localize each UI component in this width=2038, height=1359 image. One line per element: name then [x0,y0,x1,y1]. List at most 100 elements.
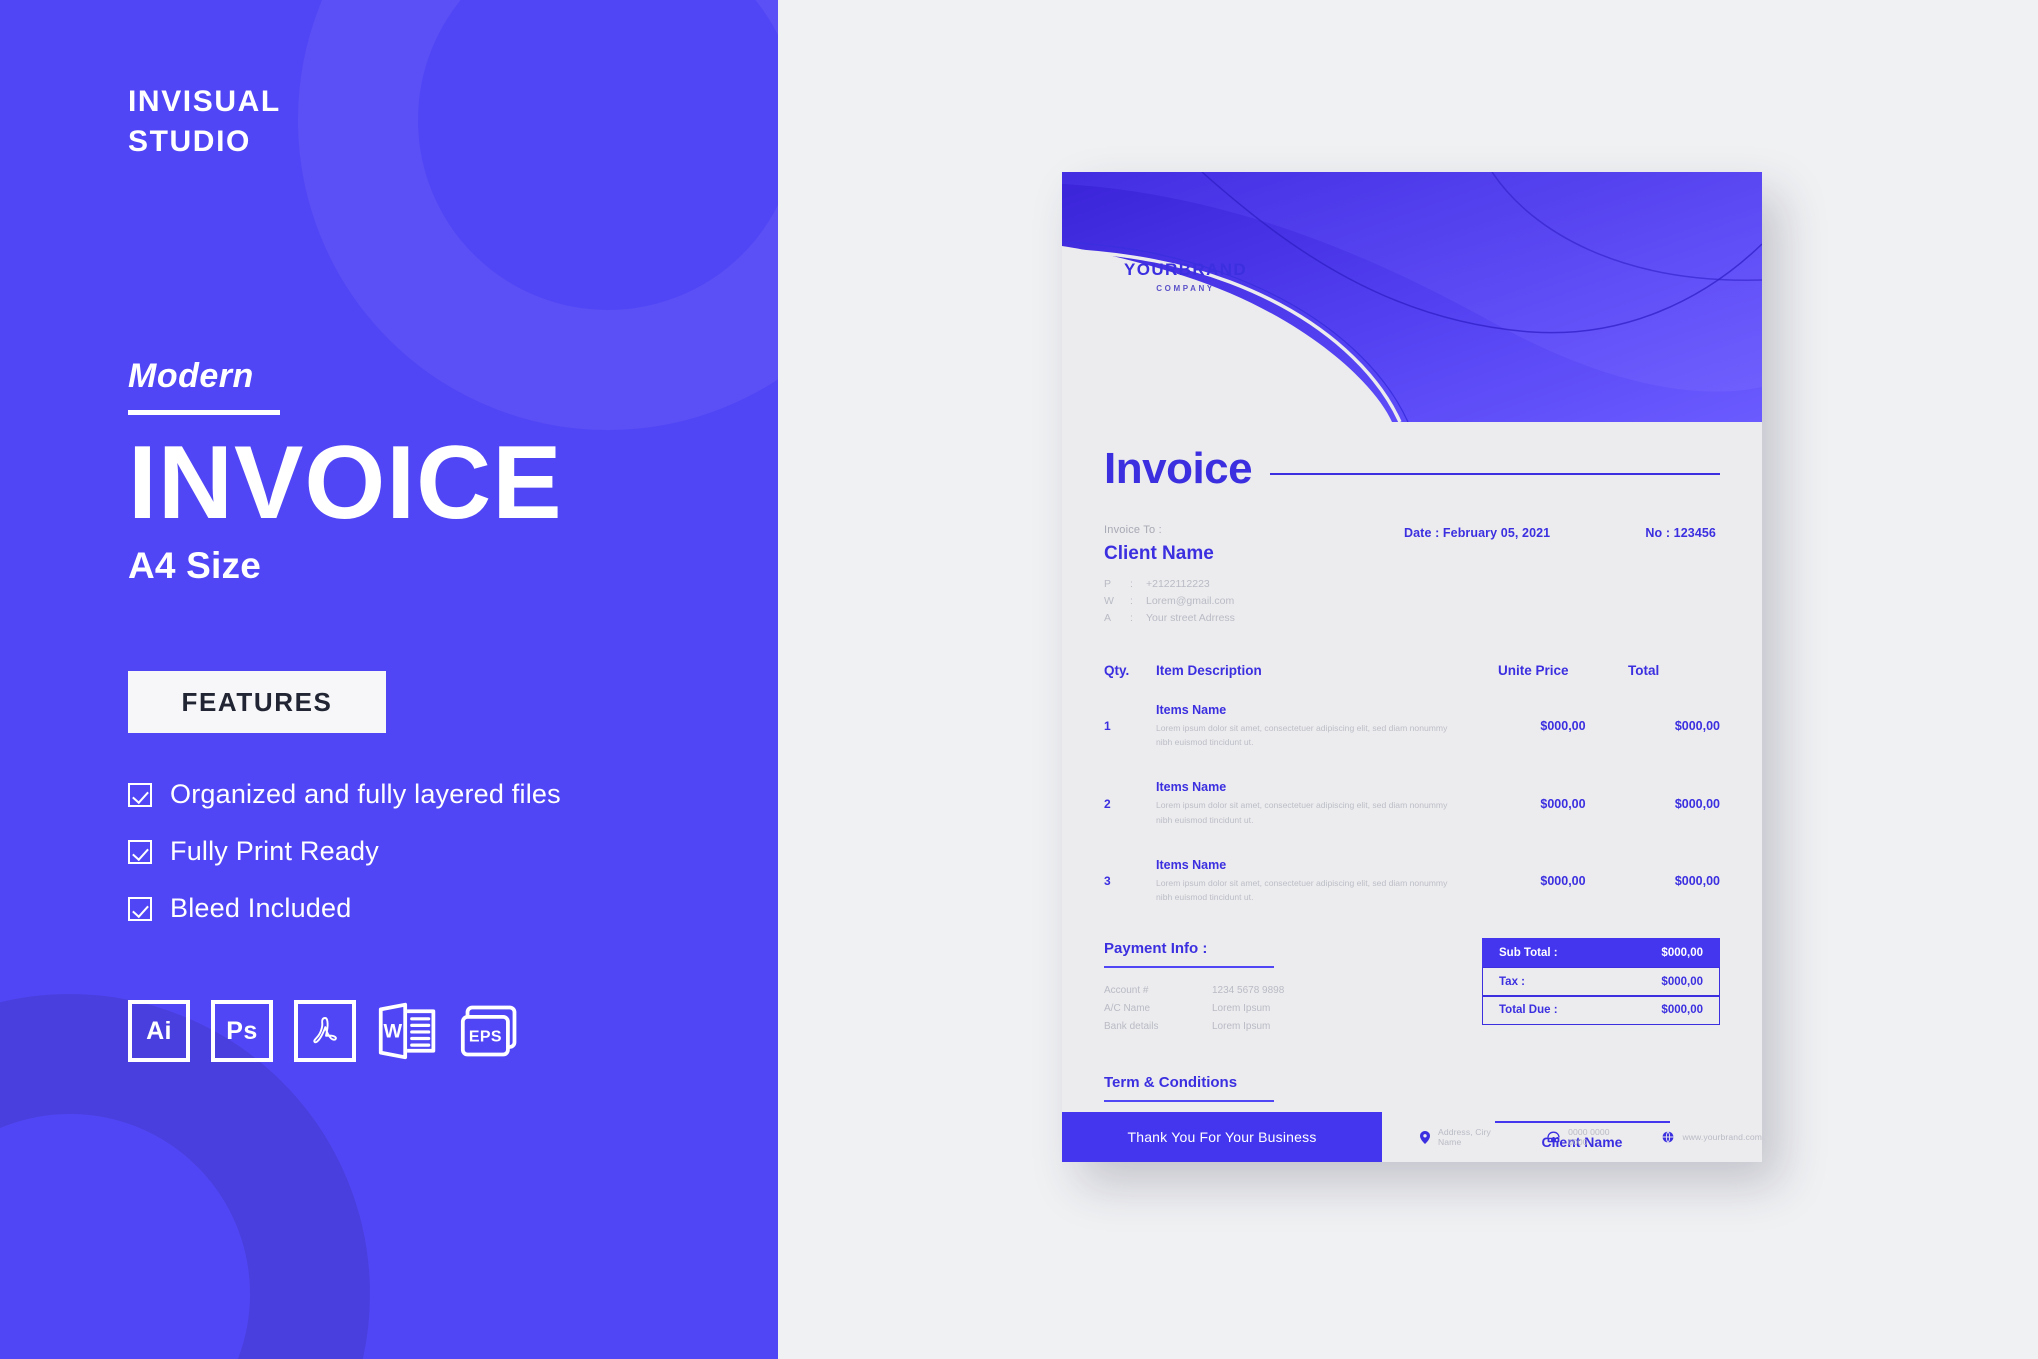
item-description: Lorem ipsum dolor sit amet, consectetuer… [1156,877,1448,902]
cell-total: $000,00 [1674,873,1720,888]
cell-unit-price: $000,00 [1540,719,1586,734]
totals-row-subtotal: Sub Total : $000,00 [1482,938,1720,969]
totals-column: Sub Total : $000,00 Tax : $000,00 Total … [1434,938,1720,1036]
payment-value: Lorem Ipsum [1212,1021,1271,1033]
location-pin-icon [1420,1130,1430,1144]
feature-list: Organized and fully layered files Fully … [128,779,778,924]
payment-info-block: Payment Info : Account # 1234 5678 9898 … [1104,940,1434,1036]
features-badge: FEATURES [128,671,386,734]
phone-icon [1547,1131,1560,1143]
payment-and-totals: Payment Info : Account # 1234 5678 9898 … [1104,938,1720,1036]
totals-row-total-due: Total Due : $000,00 [1482,995,1720,1026]
payment-key: A/C Name [1104,1003,1151,1015]
footer-website-text: www.yourbrand.com [1682,1132,1762,1142]
payment-row: Bank details Lorem Ipsum [1104,1018,1434,1036]
totals-label: Total Due : [1499,1004,1558,1017]
totals-value: $000,00 [1661,975,1703,988]
item-name: Items Name [1156,857,1227,872]
payment-info-rule [1104,966,1274,969]
invoice-document: YOURBRAND COMPANY Invoice Invoice To : C… [1062,172,1762,1162]
invoice-title-row: Invoice [1104,444,1720,494]
footer-address-text: Address, Ciry Name [1438,1127,1491,1147]
contact-key: W [1104,595,1114,607]
studio-logo-line1: INVISUAL [128,85,281,118]
checkbox-checked-icon [128,782,152,807]
promo-kicker-rule [128,410,280,416]
line-items-table: Qty. Item Description Unite Price Total … [1104,663,1720,918]
cell-qty: 1 [1104,719,1111,734]
list-item: Fully Print Ready [128,836,778,867]
brand-subtitle: COMPANY [1156,284,1215,293]
cell-description: Items Name Lorem ipsum dolor sit amet, c… [1156,841,1498,918]
footer-phone-text: 0000 0000 0000 [1568,1127,1610,1147]
bill-to-block: Invoice To : Client Name P : +2122112223… [1104,524,1404,627]
invoice-brand: YOURBRAND COMPANY [1124,260,1247,293]
invoice-date: Date : February 05, 2021 [1404,526,1551,540]
contact-value: Your street Adrress [1146,612,1235,624]
item-name: Items Name [1156,703,1227,717]
invoice-header-wave [1062,172,1762,422]
contact-row: P : +2122112223 [1104,576,1404,593]
terms-heading: Term & Conditions [1104,1074,1238,1092]
invoice-to-label: Invoice To : [1104,524,1162,536]
cell-qty: 2 [1104,796,1111,811]
payment-key: Account # [1104,985,1149,997]
terms-rule [1104,1100,1274,1103]
table-header-row: Qty. Item Description Unite Price Total [1104,663,1720,686]
list-item: Bleed Included [128,893,778,924]
svg-text:EPS: EPS [469,1029,502,1046]
cell-description: Items Name Lorem ipsum dolor sit amet, c… [1156,763,1498,840]
brand-name: YOURBRAND [1124,260,1248,279]
contact-key: P [1104,578,1112,590]
payment-key: Bank details [1104,1021,1159,1033]
totals-row-tax: Tax : $000,00 [1482,966,1720,997]
item-description: Lorem ipsum dolor sit amet, consectetuer… [1156,723,1448,748]
promo-subtitle: A4 Size [128,545,262,587]
feature-label: Bleed Included [170,893,352,924]
totals-label: Sub Total : [1499,947,1558,960]
preview-stage: YOURBRAND COMPANY Invoice Invoice To : C… [778,0,2038,1359]
cell-unit-price: $000,00 [1540,796,1586,811]
feature-label: Organized and fully layered files [170,779,561,810]
studio-logo-line2: STUDIO [128,124,251,158]
title-divider [1270,472,1720,476]
contact-value: Lorem@gmail.com [1146,595,1235,607]
column-header-total: Total [1628,663,1660,678]
cell-total: $000,00 [1674,796,1720,811]
footer-contact-info: Address, Ciry Name 0000 0000 0000 www.yo… [1382,1112,1762,1162]
payment-info-heading: Payment Info : [1104,940,1208,958]
studio-logo: INVISUAL STUDIO [128,82,778,161]
footer-address: Address, Ciry Name [1420,1127,1513,1147]
totals-value: $000,00 [1661,1004,1703,1017]
payment-row: Account # 1234 5678 9898 [1104,982,1434,1000]
totals-value: $000,00 [1661,947,1703,960]
contact-separator: : [1130,595,1133,607]
checkbox-checked-icon [128,896,152,921]
totals-box: Sub Total : $000,00 Tax : $000,00 Total … [1482,938,1720,1036]
file-format-icons: Ai Ps W EPS [128,1000,778,1063]
column-header-unit-price: Unite Price [1498,663,1569,678]
invoice-meta-right: Date : February 05, 2021 No : 123456 [1404,524,1720,627]
illustrator-icon: Ai [128,1000,190,1063]
thank-you-bar: Thank You For Your Business [1062,1112,1382,1162]
feature-label: Fully Print Ready [170,836,379,867]
cell-qty: 3 [1104,873,1111,888]
table-row: 2 Items Name Lorem ipsum dolor sit amet,… [1104,763,1720,840]
promo-kicker: Modern [128,357,254,396]
client-contact-list: P : +2122112223 W : Lorem@gmail.com A : [1104,576,1404,627]
promo-panel: INVISUAL STUDIO Modern INVOICE A4 Size F… [0,0,778,1359]
totals-label: Tax : [1499,975,1525,988]
client-name: Client Name [1104,543,1214,564]
features-badge-label: FEATURES [181,686,333,717]
illustrator-icon-label: Ai [146,1016,172,1045]
table-row: 3 Items Name Lorem ipsum dolor sit amet,… [1104,841,1720,918]
item-name: Items Name [1156,780,1227,795]
payment-value: Lorem Ipsum [1212,1003,1271,1015]
payment-info-list: Account # 1234 5678 9898 A/C Name Lorem … [1104,982,1434,1036]
thank-you-label: Thank You For Your Business [1127,1129,1317,1145]
contact-row: A : Your street Adrress [1104,610,1404,627]
contact-separator: : [1130,612,1133,624]
contact-key: A [1104,612,1112,624]
item-description: Lorem ipsum dolor sit amet, consectetuer… [1156,800,1448,825]
footer-phone: 0000 0000 0000 [1547,1127,1628,1147]
